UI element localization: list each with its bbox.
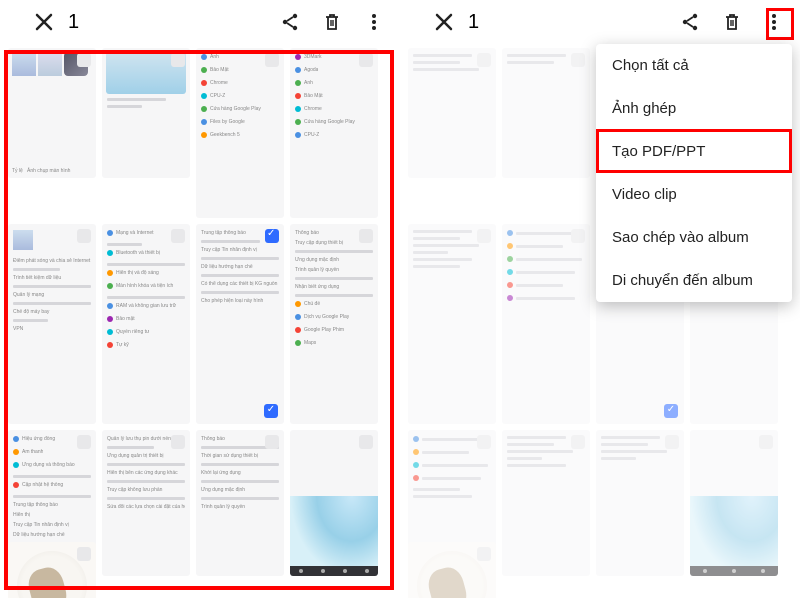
app-row: Geekbench 5 [210, 132, 240, 138]
thumbnail[interactable] [8, 542, 96, 598]
settings-row: Điểm phát sóng và chia sẻ Internet [13, 258, 91, 264]
app-row: Ảnh [210, 54, 219, 60]
app-row: Cửa hàng Google Play [304, 119, 355, 125]
settings-row: Quyền riêng tư [116, 329, 149, 335]
settings-row: Chủ đề [304, 301, 320, 307]
app-row: CPU-Z [210, 93, 225, 99]
app-row: Chrome [210, 80, 228, 86]
close-icon[interactable] [432, 10, 456, 34]
menu-item-video-clip[interactable]: Video clip [596, 173, 792, 216]
settings-row: Maps [304, 340, 316, 346]
thumbnail[interactable]: Thông báo Truy cập dụng thiết bị Ứng dụn… [290, 224, 378, 424]
thumbnail[interactable] [102, 48, 190, 178]
settings-row: Truy cập không lưu phần [107, 487, 185, 493]
thumbnail[interactable] [290, 430, 378, 576]
settings-row: Bluetooth và thiết bị [116, 250, 160, 256]
app-row: Chrome [304, 106, 322, 112]
menu-item-copy-to-album[interactable]: Sao chép vào album [596, 216, 792, 259]
settings-row: Hiển thị [13, 512, 91, 518]
menu-item-create-pdf-ppt[interactable]: Tạo PDF/PPT [596, 130, 792, 173]
thumb-label: Ảnh chụp màn hình [27, 168, 70, 174]
left-panel: 1 Tỷ lệ Ảnh chụp màn hình [0, 0, 400, 598]
share-icon[interactable] [678, 10, 702, 34]
menu-item-move-to-album[interactable]: Di chuyển đến album [596, 259, 792, 302]
thumbnail[interactable]: Tỷ lệ Ảnh chụp màn hình [8, 48, 96, 178]
settings-row: Hiển thị bên các ứng dụng khác [107, 470, 185, 476]
settings-row: Ứng dụng mặc định [201, 487, 279, 493]
settings-row: VPN [13, 326, 91, 332]
thumbnail[interactable]: 3DMark Agoda Ảnh Bảo Mật Chrome Cửa hàng… [290, 48, 378, 218]
settings-row: Âm thanh [22, 449, 43, 455]
settings-row: Trung tập thông báo [13, 502, 91, 508]
right-panel: 1 ✓ Chọn tất cả Ảnh ghép Tạo PDF/PPT Vid [400, 0, 800, 598]
more-menu: Chọn tất cả Ảnh ghép Tạo PDF/PPT Video c… [596, 44, 792, 302]
settings-row: Màn hình khóa và tiện ích [116, 283, 173, 289]
settings-row: Mạng và Internet [116, 230, 154, 236]
topbar-right: 1 [400, 0, 800, 44]
thumbnail[interactable]: Thông báo Thời gian sử dụng thiết bị Khở… [196, 430, 284, 576]
thumbnail[interactable]: Quản lý lưu thụ pin dưới nền Ứng dụng qu… [102, 430, 190, 576]
selection-count: 1 [68, 11, 79, 34]
settings-row: Chế độ máy bay [13, 309, 91, 315]
settings-row: Tự kỹ [116, 342, 129, 348]
settings-row: Ứng dụng và thông báo [22, 462, 75, 468]
settings-row: Trình quản lý quyền [201, 504, 279, 510]
menu-item-select-all[interactable]: Chọn tất cả [596, 44, 792, 87]
settings-row: RAM và không gian lưu trữ [116, 303, 176, 309]
thumbnail[interactable]: Ảnh Bảo Mật Chrome CPU-Z Cửa hàng Google… [196, 48, 284, 218]
settings-row: Nhận biết ứng dụng [295, 284, 373, 290]
app-row: Agoda [304, 67, 318, 73]
settings-row: Quản lý mạng [13, 292, 91, 298]
app-row: Cửa hàng Google Play [210, 106, 261, 112]
thumbnail[interactable]: Trung tập thông báo Truy cập Tin nhắn đị… [196, 224, 284, 424]
settings-row: Hiệu ứng đồng [22, 436, 55, 442]
menu-item-collage[interactable]: Ảnh ghép [596, 87, 792, 130]
app-row: Ảnh [304, 80, 313, 86]
settings-row: Cập nhật hệ thống [22, 482, 63, 488]
settings-row: Dữ liệu hướng hạn chế [201, 264, 279, 270]
app-row: Files by Google [210, 119, 245, 125]
settings-row: Trình quản lý quyền [295, 267, 373, 273]
trash-icon[interactable] [720, 10, 744, 34]
settings-row: Thời gian sử dụng thiết bị [201, 453, 279, 459]
settings-row: Sửa đổi các lựa chọn cài đặt của hệ thốn… [107, 504, 185, 510]
thumb-label: Tỷ lệ [12, 168, 23, 174]
close-icon[interactable] [32, 10, 56, 34]
thumbnail[interactable]: Điểm phát sóng và chia sẻ Internet Trình… [8, 224, 96, 424]
settings-row: Dữ liệu hướng hạn chế [13, 532, 91, 538]
share-icon[interactable] [278, 10, 302, 34]
settings-row: Khởi lại ứng dụng [201, 470, 279, 476]
trash-icon[interactable] [320, 10, 344, 34]
settings-row: Ứng dụng quản trị thiết bị [107, 453, 185, 459]
settings-row: Cho phép hiện loại này hình [201, 298, 279, 304]
settings-row: Google Play Phim [304, 327, 344, 333]
settings-row: Trình tiết kiệm dữ liệu [13, 275, 91, 281]
thumbnail-grid-left: Tỷ lệ Ảnh chụp màn hình Ảnh Bảo Mật Chro… [0, 44, 400, 598]
thumbnail[interactable]: Mạng và Internet Bluetooth và thiết bị H… [102, 224, 190, 424]
settings-row: Truy cập Tin nhắn định vị [13, 522, 91, 528]
app-row: CPU-Z [304, 132, 319, 138]
settings-row: Truy cập Tin nhắn định vị [201, 247, 279, 253]
more-icon[interactable] [762, 10, 786, 34]
app-row: Bảo Mật [304, 93, 323, 99]
app-row: Bảo Mật [210, 67, 229, 73]
settings-row: Dịch vụ Google Play [304, 314, 349, 320]
app-row: 3DMark [304, 54, 322, 60]
settings-row: Có thể dụng các thiết bị KG nguồn [201, 281, 279, 287]
settings-row: Hiển thị và độ sáng [116, 270, 159, 276]
settings-row: Bảo mật [116, 316, 135, 322]
more-icon[interactable] [362, 10, 386, 34]
selection-count: 1 [468, 11, 479, 34]
settings-row: Ứng dụng mặc định [295, 257, 373, 263]
topbar-left: 1 [0, 0, 400, 44]
